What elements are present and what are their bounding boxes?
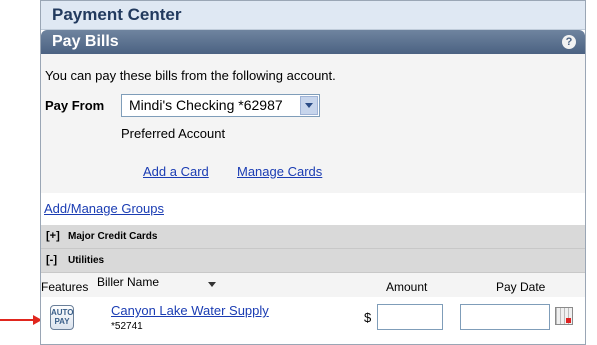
amount-column-header: Amount: [386, 280, 428, 294]
pay-date-column-header: Pay Date: [496, 280, 546, 294]
account-section: You can pay these bills from the followi…: [41, 54, 585, 193]
autopay-icon[interactable]: AUTO PAY: [50, 305, 74, 330]
amount-input[interactable]: [377, 304, 443, 330]
autopay-label-bottom: PAY: [54, 317, 70, 326]
collapse-toggle[interactable]: [-]: [46, 254, 57, 266]
section-utilities[interactable]: [-] Utilities: [41, 249, 585, 273]
red-arrow-icon: [0, 315, 42, 325]
page-title: Payment Center: [52, 5, 182, 24]
add-manage-groups-link[interactable]: Add/Manage Groups: [44, 201, 164, 216]
pay-bills-titlebar: Pay Bills ?: [41, 30, 585, 54]
bills-column-header: Features Biller Name Amount Pay Date: [41, 273, 585, 297]
autopay-label-top: AUTO: [51, 308, 74, 317]
pay-bills-title: Pay Bills: [52, 33, 119, 50]
preferred-account-label: Preferred Account: [121, 126, 226, 141]
pay-from-account-select[interactable]: Mindi's Checking *62987: [121, 94, 320, 117]
add-card-link[interactable]: Add a Card: [143, 164, 209, 179]
help-icon[interactable]: ?: [562, 35, 576, 49]
currency-symbol: $: [364, 310, 372, 325]
section-major-credit-cards[interactable]: [+] Major Credit Cards: [41, 225, 585, 249]
expand-toggle[interactable]: [+]: [46, 230, 60, 242]
intro-text: You can pay these bills from the followi…: [45, 68, 336, 83]
biller-name-column-header[interactable]: Biller Name: [97, 275, 159, 289]
manage-cards-link[interactable]: Manage Cards: [237, 164, 322, 179]
pay-from-label: Pay From: [45, 98, 105, 113]
features-column-header: Features: [41, 280, 89, 294]
biller-link[interactable]: Canyon Lake Water Supply: [111, 303, 269, 318]
section-label: Utilities: [68, 255, 105, 266]
sort-desc-icon[interactable]: [208, 282, 216, 287]
section-label: Major Credit Cards: [68, 231, 158, 242]
calendar-icon[interactable]: [555, 307, 573, 325]
selected-account: Mindi's Checking *62987: [129, 97, 283, 113]
chevron-down-icon[interactable]: [300, 96, 318, 115]
payment-center-header: Payment Center: [41, 1, 585, 30]
biller-account-number: *52741: [111, 321, 143, 332]
pay-date-input[interactable]: [460, 304, 550, 330]
calendar-marker: [566, 318, 571, 323]
payment-center-panel: Payment Center Pay Bills ? You can pay t…: [40, 0, 586, 345]
groups-row: Add/Manage Groups: [41, 193, 585, 223]
table-row: AUTO PAY Canyon Lake Water Supply *52741…: [41, 297, 585, 344]
